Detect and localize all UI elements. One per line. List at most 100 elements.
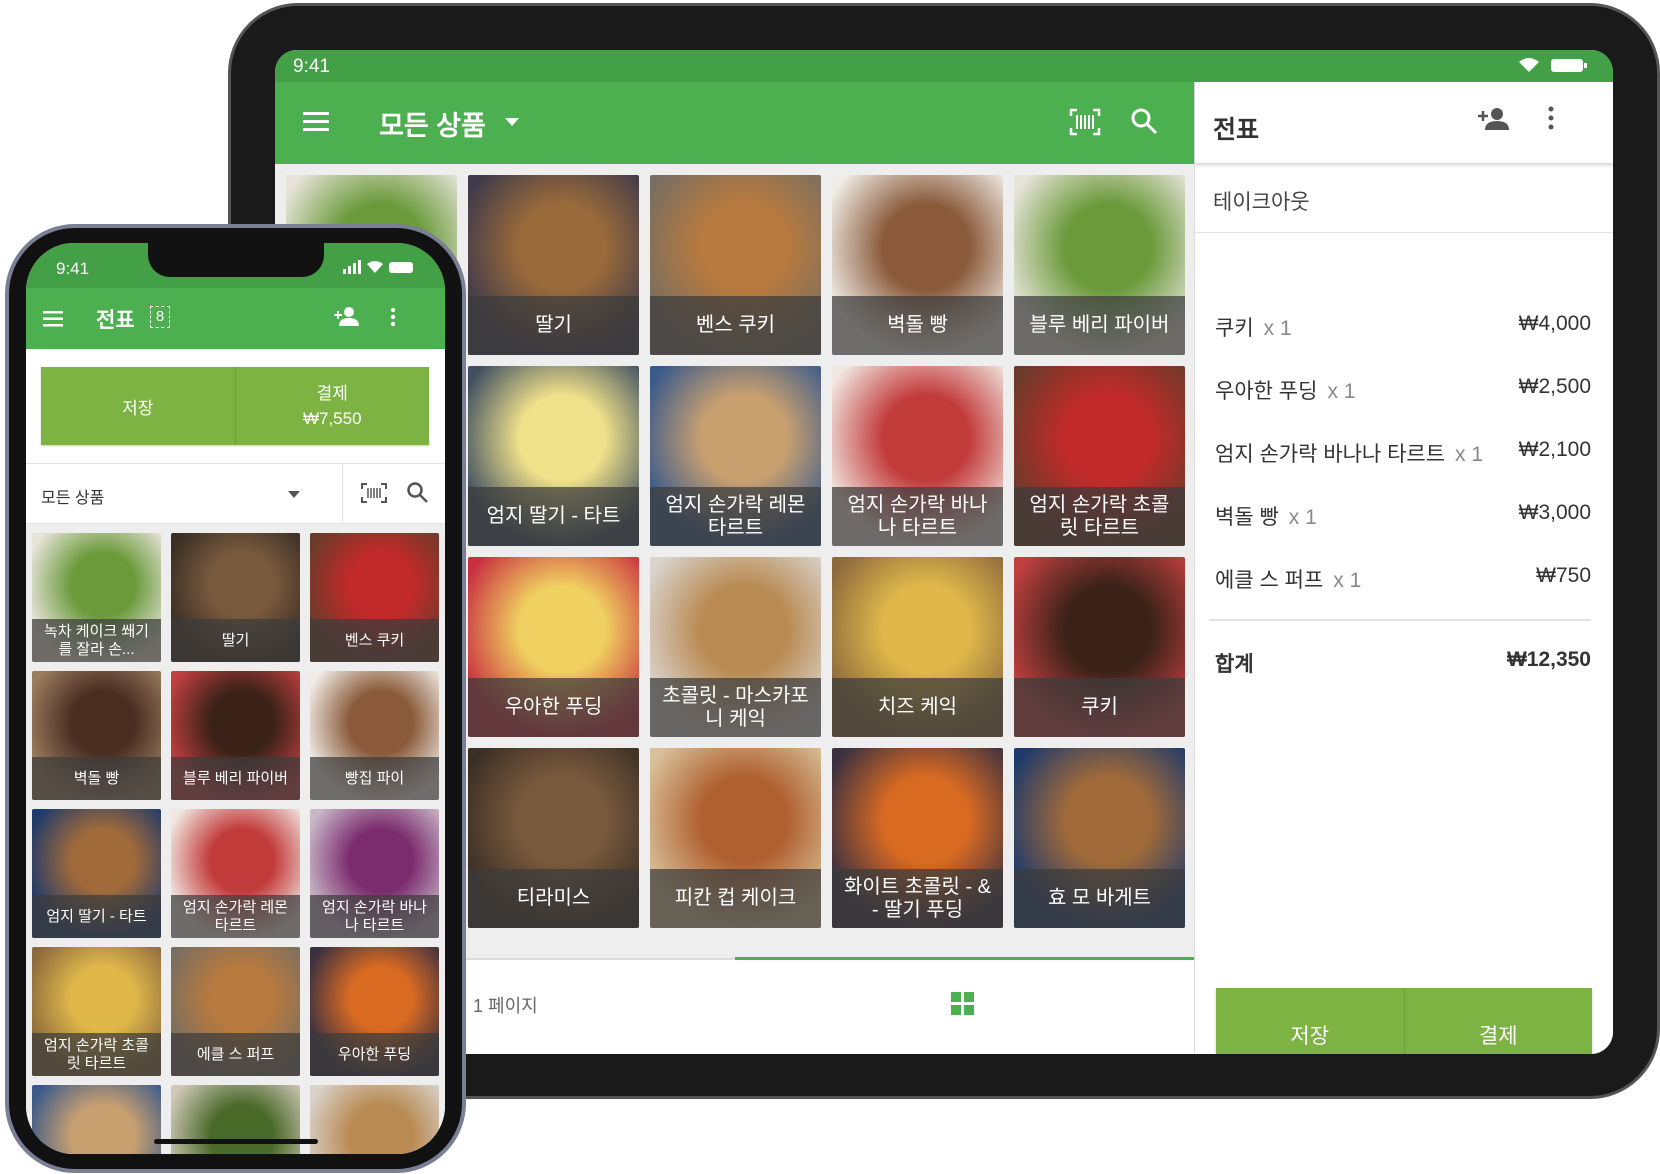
product-tile[interactable]: 엄지 손가락 레몬 타르트 bbox=[171, 809, 300, 938]
product-tile[interactable]: 에클 스 퍼프 bbox=[171, 947, 300, 1076]
receipt-item[interactable]: 우아한 푸딩 x 1 ₩2,500 bbox=[1215, 375, 1591, 405]
product-name: 초콜릿 - 마스카포니 케익 bbox=[650, 678, 821, 737]
product-tile[interactable]: 쿠키 bbox=[1014, 557, 1185, 737]
item-name: 엄지 손가락 바나나 타르트 bbox=[1215, 443, 1446, 466]
product-tile[interactable]: 벽돌 빵 bbox=[32, 671, 161, 800]
product-tile[interactable]: 치즈 케익 bbox=[832, 557, 1003, 737]
page-indicator bbox=[735, 957, 1194, 960]
product-tile[interactable]: 화이트 초콜릿 - & - 딸기 푸딩 bbox=[832, 748, 1003, 928]
product-name: 딸기 bbox=[468, 296, 639, 355]
product-tile[interactable]: 블루 베리 파이버 bbox=[1014, 175, 1185, 355]
receipt-item[interactable]: 에클 스 퍼프 x 1 ₩750 bbox=[1215, 564, 1591, 594]
product-name: 빵집 파이 bbox=[310, 757, 439, 800]
product-tile[interactable]: 엄지 손가락 초콜릿 타르트 bbox=[32, 947, 161, 1076]
product-tile[interactable]: 초콜릿 - 마스카포니 케익 bbox=[650, 557, 821, 737]
tablet-screen: 9:41 모든 상품 딸기 벤스 쿠키 벽돌 빵 블루 베리 파이버 엄지 딸기 - 타… bbox=[275, 50, 1613, 1054]
product-tile[interactable]: 피칸 컵 케이크 bbox=[650, 748, 821, 928]
receipt-title: 전표 bbox=[1213, 116, 1260, 144]
product-tile[interactable]: 엄지 딸기 - 타트 bbox=[468, 366, 639, 546]
product-name: 블루 베리 파이버 bbox=[1014, 296, 1185, 355]
item-name: 쿠키 bbox=[1215, 317, 1254, 340]
menu-icon[interactable] bbox=[43, 311, 63, 327]
item-qty: x 1 bbox=[1333, 569, 1362, 592]
product-name: 엄지 손가락 레몬 타르트 bbox=[650, 487, 821, 546]
product-tile[interactable]: 우아한 푸딩 bbox=[310, 947, 439, 1076]
product-tile[interactable]: 효 모 바게트 bbox=[1014, 748, 1185, 928]
receipt-item[interactable]: 벽돌 빵 x 1 ₩3,000 bbox=[1215, 501, 1591, 531]
grid-view-icon[interactable] bbox=[951, 992, 975, 1016]
item-price: ₩2,100 bbox=[1518, 438, 1591, 461]
signal-wifi-battery-icon bbox=[343, 260, 415, 274]
barcode-icon[interactable] bbox=[360, 482, 388, 504]
category-dropdown[interactable]: 모든 상품 bbox=[379, 104, 486, 143]
divider bbox=[342, 464, 343, 524]
total-value: ₩12,350 bbox=[1506, 648, 1591, 671]
product-tile[interactable]: 엄지 손가락 바나나 타르트 bbox=[310, 809, 439, 938]
product-tile[interactable] bbox=[310, 1085, 439, 1154]
product-tile[interactable]: 녹차 케이크 쐐기를 잘라 손... bbox=[32, 533, 161, 662]
product-tile[interactable]: 엄지 손가락 초콜릿 타르트 bbox=[1014, 366, 1185, 546]
product-name: 피칸 컵 케이크 bbox=[650, 869, 821, 928]
product-tile[interactable]: 딸기 bbox=[171, 533, 300, 662]
product-grid: 녹차 케이크 쐐기를 잘라 손... 딸기 벤스 쿠키벽돌 빵 블루 베리 파이버 빵집… bbox=[26, 524, 445, 1154]
status-time: 9:41 bbox=[56, 259, 90, 278]
product-tile[interactable]: 딸기 bbox=[468, 175, 639, 355]
charge-amount: ₩7,550 bbox=[302, 409, 362, 428]
open-tickets-badge[interactable]: 8 bbox=[150, 306, 170, 328]
product-tile[interactable]: 빵집 파이 bbox=[310, 671, 439, 800]
category-dropdown[interactable]: 모든 상품 bbox=[41, 484, 104, 508]
product-tile[interactable]: 벤스 쿠키 bbox=[310, 533, 439, 662]
product-tile[interactable]: 우아한 푸딩 bbox=[468, 557, 639, 737]
item-qty: x 1 bbox=[1288, 506, 1317, 529]
item-price: ₩3,000 bbox=[1518, 501, 1591, 524]
product-name: 화이트 초콜릿 - & - 딸기 푸딩 bbox=[832, 869, 1003, 928]
toolbar: 전표 8 bbox=[26, 288, 445, 349]
search-icon[interactable] bbox=[1130, 107, 1158, 135]
product-tile[interactable] bbox=[32, 1085, 161, 1154]
receipt-actions: 저장 결제 bbox=[1216, 988, 1592, 1054]
product-name: 쿠키 bbox=[1014, 678, 1185, 737]
product-name: 효 모 바게트 bbox=[1014, 869, 1185, 928]
dining-option[interactable]: 테이크아웃 bbox=[1195, 164, 1613, 233]
add-customer-icon[interactable] bbox=[333, 306, 359, 328]
add-customer-icon[interactable] bbox=[1477, 106, 1509, 132]
more-options-icon[interactable] bbox=[390, 307, 396, 327]
status-time: 9:41 bbox=[293, 56, 330, 77]
home-indicator bbox=[154, 1139, 318, 1144]
receipt-item[interactable]: 엄지 손가락 바나나 타르트 x 1 ₩2,100 bbox=[1215, 438, 1591, 468]
product-name: 엄지 손가락 바나나 타르트 bbox=[310, 895, 439, 938]
receipt-item[interactable]: 쿠키 x 1 ₩4,000 bbox=[1215, 312, 1591, 342]
receipt-title: 전표 bbox=[96, 309, 135, 332]
menu-icon[interactable] bbox=[303, 110, 329, 132]
save-button[interactable]: 저장 bbox=[41, 367, 236, 445]
charge-label: 결제 bbox=[316, 383, 348, 403]
product-name: 티라미스 bbox=[468, 869, 639, 928]
product-name: 벤스 쿠키 bbox=[650, 296, 821, 355]
product-name: 블루 베리 파이버 bbox=[171, 757, 300, 800]
product-tile[interactable]: 엄지 딸기 - 타트 bbox=[32, 809, 161, 938]
product-tile[interactable]: 벤스 쿠키 bbox=[650, 175, 821, 355]
charge-button[interactable]: 결제 bbox=[1404, 988, 1592, 1054]
wifi-battery-icon bbox=[1515, 56, 1591, 74]
product-tile[interactable]: 티라미스 bbox=[468, 748, 639, 928]
divider bbox=[1209, 619, 1591, 621]
item-price: ₩2,500 bbox=[1518, 375, 1591, 398]
product-name: 엄지 손가락 초콜릿 타르트 bbox=[1014, 487, 1185, 546]
product-name: 딸기 bbox=[171, 619, 300, 662]
dropdown-icon[interactable] bbox=[288, 491, 300, 498]
item-qty: x 1 bbox=[1263, 317, 1292, 340]
product-tile[interactable]: 벽돌 빵 bbox=[832, 175, 1003, 355]
more-options-icon[interactable] bbox=[1548, 106, 1554, 130]
dropdown-icon[interactable] bbox=[505, 118, 519, 126]
filter-bar: 모든 상품 bbox=[26, 463, 445, 524]
save-button[interactable]: 저장 bbox=[1216, 988, 1405, 1054]
barcode-icon[interactable] bbox=[1069, 108, 1101, 136]
page-label: 1 페이지 bbox=[473, 996, 538, 1016]
notch bbox=[148, 243, 324, 277]
charge-button[interactable]: 결제 ₩7,550 bbox=[235, 367, 429, 445]
product-name: 녹차 케이크 쐐기를 잘라 손... bbox=[32, 619, 161, 662]
search-icon[interactable] bbox=[406, 481, 428, 503]
product-tile[interactable]: 엄지 손가락 바나나 타르트 bbox=[832, 366, 1003, 546]
product-tile[interactable]: 엄지 손가락 레몬 타르트 bbox=[650, 366, 821, 546]
product-tile[interactable]: 블루 베리 파이버 bbox=[171, 671, 300, 800]
